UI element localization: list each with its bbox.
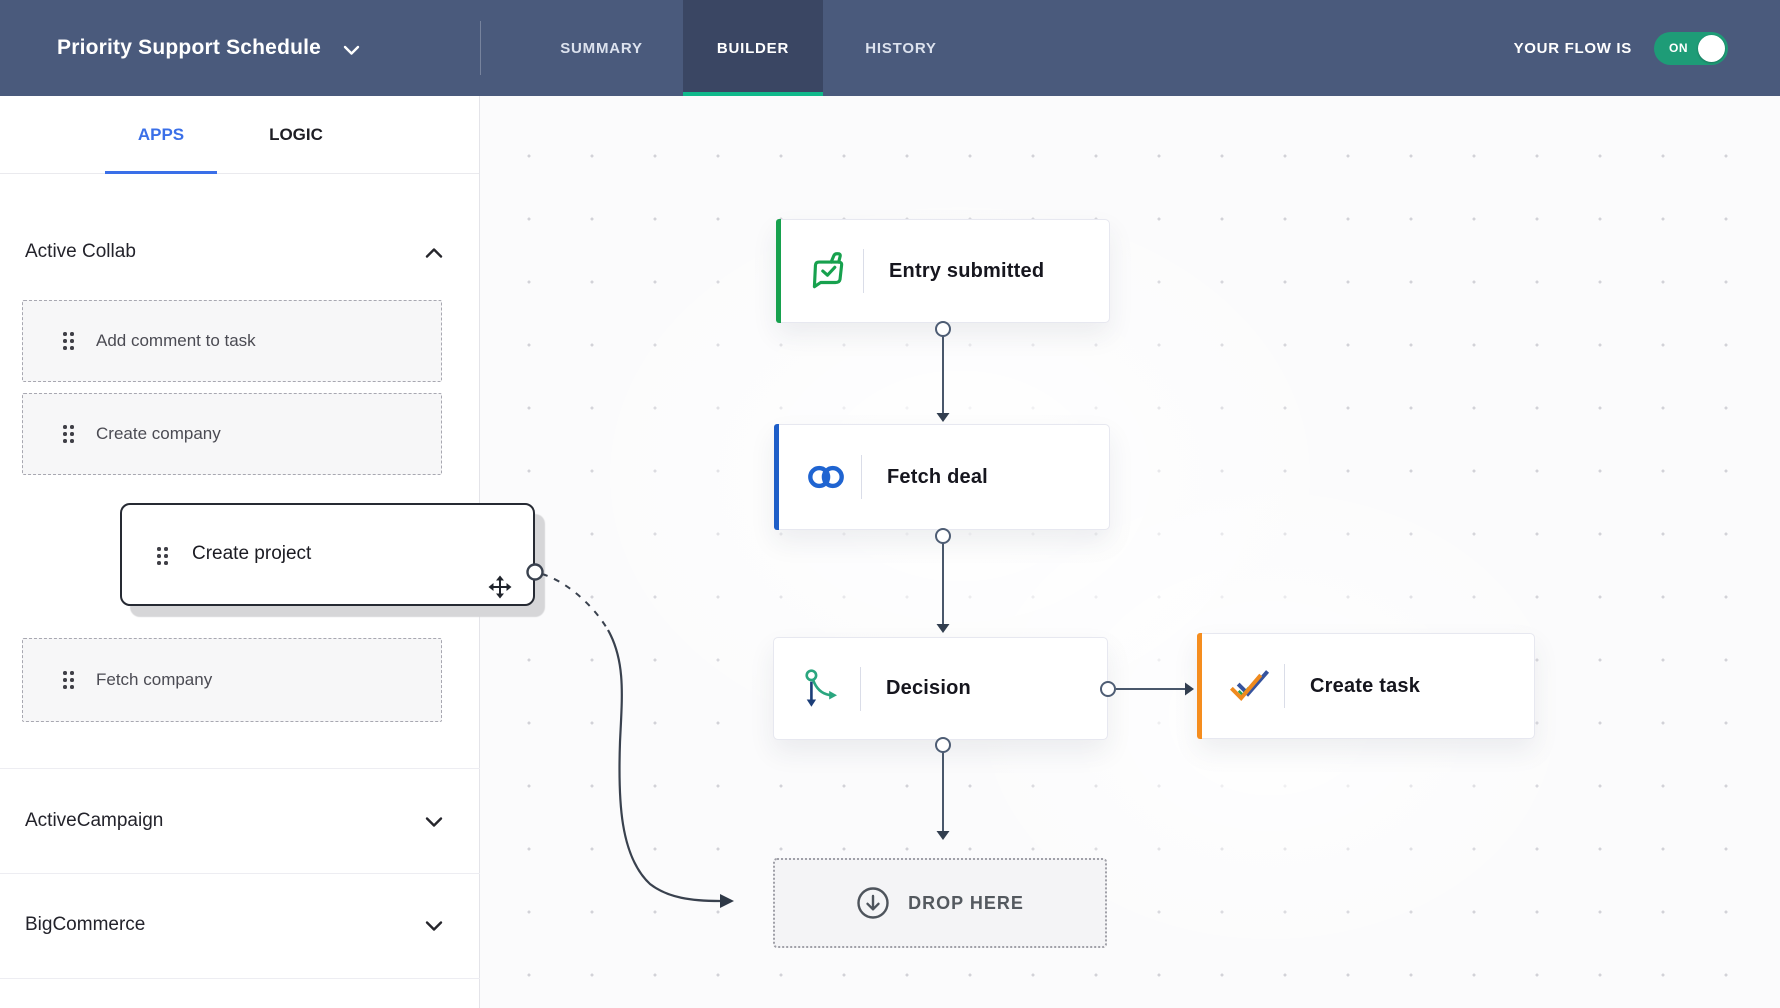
toggle-knob[interactable] <box>1698 34 1725 62</box>
node-divider <box>1284 664 1285 708</box>
top-navbar: Priority Support Schedule SUMMARY BUILDE… <box>0 0 1780 96</box>
chevron-down-icon <box>343 43 360 55</box>
flow-node-fetch-deal[interactable]: Fetch deal <box>774 424 1110 530</box>
tab-summary[interactable]: SUMMARY <box>520 0 683 96</box>
navbar-tabs: SUMMARY BUILDER HISTORY <box>520 0 979 96</box>
chevron-up-icon <box>425 246 443 258</box>
toggle-state-label: ON <box>1669 41 1688 55</box>
node-label: Decision <box>886 677 971 699</box>
section-label: BigCommerce <box>25 914 146 935</box>
section-header-active-collab[interactable]: Active Collab <box>0 228 479 276</box>
forms-icon <box>805 248 851 294</box>
node-accent-bar <box>773 637 778 740</box>
node-divider <box>863 249 864 293</box>
divider <box>0 768 480 769</box>
drag-handle-icon[interactable] <box>63 332 74 350</box>
node-divider <box>860 666 861 711</box>
flow-node-entry-submitted[interactable]: Entry submitted <box>776 219 1110 323</box>
dragging-card-create-project[interactable]: Create project <box>120 503 535 606</box>
flow-title: Priority Support Schedule <box>57 36 322 59</box>
drag-handle-icon[interactable] <box>63 425 74 443</box>
action-label: Create company <box>96 424 221 443</box>
draggable-action-create-company[interactable]: Create company <box>22 393 442 475</box>
divider <box>0 978 480 979</box>
tab-logic[interactable]: LOGIC <box>246 96 346 174</box>
tab-apps[interactable]: APPS <box>105 96 217 174</box>
node-label: Entry submitted <box>889 259 1045 282</box>
flow-builder-app: Entry submitted Fetch deal Decision Crea… <box>0 0 1780 1008</box>
node-label: Fetch deal <box>887 465 988 488</box>
chevron-down-icon <box>425 815 443 827</box>
divider <box>0 873 480 874</box>
decision-branch-icon <box>802 666 848 712</box>
node-accent-bar <box>776 219 781 323</box>
drop-target[interactable]: DROP HERE <box>773 858 1107 948</box>
node-accent-bar <box>774 424 779 530</box>
dragging-card-label: Create project <box>192 543 312 564</box>
flow-title-dropdown[interactable]: Priority Support Schedule <box>57 0 360 96</box>
action-label: Fetch company <box>96 670 213 689</box>
section-label: ActiveCampaign <box>25 810 164 831</box>
section-label: Active Collab <box>25 241 136 262</box>
move-cursor-icon <box>488 575 512 599</box>
flow-on-off-toggle[interactable]: ON <box>1654 31 1728 65</box>
action-label: Add comment to task <box>96 331 256 350</box>
drop-target-label: DROP HERE <box>908 892 1024 913</box>
draggable-action-add-comment-to-task[interactable]: Add comment to task <box>22 300 442 382</box>
tab-builder[interactable]: BUILDER <box>683 0 823 96</box>
node-accent-bar <box>1197 633 1202 739</box>
panel-tabs: APPS LOGIC <box>0 96 479 174</box>
crm-link-icon <box>803 454 849 500</box>
flow-canvas[interactable]: Entry submitted Fetch deal Decision Crea… <box>480 96 1780 1008</box>
flow-status-label: YOUR FLOW IS <box>1513 39 1632 57</box>
draggable-action-fetch-company[interactable]: Fetch company <box>22 638 442 722</box>
flow-status-group: YOUR FLOW IS ON <box>1514 0 1728 96</box>
node-divider <box>861 455 862 499</box>
arrow-down-circle-icon <box>856 886 890 920</box>
section-header-activecampaign[interactable]: ActiveCampaign <box>0 797 479 845</box>
chevron-down-icon <box>425 919 443 931</box>
flow-node-create-task[interactable]: Create task <box>1197 633 1535 739</box>
tab-history[interactable]: HISTORY <box>823 0 979 96</box>
drag-handle-icon[interactable] <box>157 547 168 565</box>
section-header-bigcommerce[interactable]: BigCommerce <box>0 901 479 949</box>
navbar-divider <box>480 21 481 75</box>
node-label: Create task <box>1310 674 1421 697</box>
double-check-icon <box>1226 663 1272 709</box>
drag-handle-icon[interactable] <box>63 671 74 689</box>
flow-node-decision[interactable]: Decision <box>773 637 1108 740</box>
